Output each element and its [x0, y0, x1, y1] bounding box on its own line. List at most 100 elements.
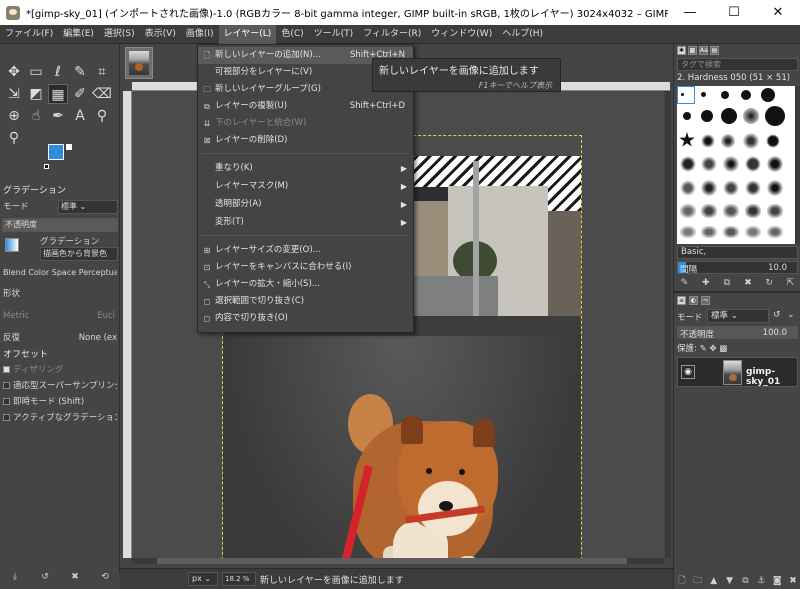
- color-picker-tool-icon[interactable]: ⚲: [92, 106, 112, 126]
- transform-tool-icon[interactable]: ⇲: [4, 84, 24, 104]
- instant-check-icon[interactable]: [3, 398, 10, 405]
- patterns-tab-icon[interactable]: ▩: [688, 46, 697, 55]
- menu-file[interactable]: ファイル(F): [0, 25, 58, 44]
- brush-item[interactable]: [681, 93, 684, 96]
- brush-grid[interactable]: [677, 86, 795, 244]
- restore-options-icon[interactable]: ↺: [38, 572, 52, 582]
- brush-item[interactable]: [721, 108, 737, 124]
- brush-item[interactable]: [765, 106, 785, 126]
- brush-item[interactable]: [721, 91, 729, 99]
- close-button[interactable]: ✕: [756, 0, 800, 25]
- minimize-button[interactable]: —: [668, 0, 712, 25]
- fg-bg-colors[interactable]: [44, 144, 76, 172]
- menu-item-layer-to-canvas[interactable]: ⊡ レイヤーをキャンバスに合わせる(I): [198, 259, 413, 276]
- brush-item[interactable]: [680, 226, 696, 238]
- adaptive-checkbox[interactable]: 適応型スーパーサンプリング: [3, 378, 117, 394]
- dock-divider[interactable]: [674, 291, 800, 293]
- refresh-brushes-icon[interactable]: ↻: [762, 278, 776, 288]
- open-as-image-icon[interactable]: ⇱: [783, 278, 797, 288]
- menu-item-transform[interactable]: 変形(T) ▶: [198, 214, 413, 231]
- delete-options-icon[interactable]: ✖: [68, 572, 82, 582]
- channels-tab-icon[interactable]: ◐: [689, 296, 698, 305]
- horizontal-scroll-thumb[interactable]: [157, 558, 627, 564]
- zoom-tool-icon[interactable]: ⚲: [4, 128, 24, 148]
- lasso-tool-icon[interactable]: ℓ: [48, 62, 68, 82]
- menu-help[interactable]: ヘルプ(H): [497, 25, 548, 44]
- eye-icon[interactable]: ◉: [681, 365, 695, 379]
- lower-layer-icon[interactable]: ▼: [723, 576, 737, 586]
- delete-brush-icon[interactable]: ✖: [741, 278, 755, 288]
- menu-tools[interactable]: ツール(T): [309, 25, 359, 44]
- duplicate-layer-icon[interactable]: ⧉: [738, 576, 752, 586]
- menu-item-stack[interactable]: 重なり(K) ▶: [198, 160, 413, 177]
- brush-item[interactable]: [701, 110, 713, 122]
- brush-item[interactable]: [701, 134, 715, 148]
- brush-spacing-slider[interactable]: 間隔 10.0: [677, 261, 798, 275]
- brush-item[interactable]: [679, 132, 695, 147]
- menu-colors[interactable]: 色(C): [276, 25, 308, 44]
- layer-row[interactable]: ◉ gimp-sky_01: [677, 357, 798, 387]
- brush-item[interactable]: [701, 226, 717, 238]
- history-tab-icon[interactable]: ▤: [710, 46, 719, 55]
- brush-item[interactable]: [767, 180, 783, 196]
- brush-item[interactable]: [743, 108, 759, 124]
- foreground-color-swatch[interactable]: [48, 144, 64, 160]
- brush-item[interactable]: [767, 226, 783, 238]
- menu-item-scale-layer[interactable]: ⤡ レイヤーの拡大・縮小(S)...: [198, 276, 413, 293]
- dither-checkbox[interactable]: ディザリング: [3, 362, 117, 378]
- brush-item[interactable]: [723, 226, 739, 238]
- active-gradient-checkbox[interactable]: アクティブなグラデーション: [3, 410, 117, 426]
- brush-item[interactable]: [765, 133, 781, 149]
- menu-item-crop-to-content[interactable]: ◻ 内容で切り抜き(O): [198, 310, 413, 327]
- paintbrush-tool-icon[interactable]: ✐: [70, 84, 90, 104]
- active-gradient-check-icon[interactable]: [3, 414, 10, 421]
- text-tool-icon[interactable]: A: [70, 106, 90, 126]
- duplicate-brush-icon[interactable]: ⧉: [720, 278, 734, 288]
- vertical-scrollbar[interactable]: [665, 91, 671, 558]
- default-colors-icon[interactable]: [44, 164, 49, 169]
- mask-icon[interactable]: ◙: [770, 576, 784, 586]
- reset-options-icon[interactable]: ⟲: [98, 572, 112, 582]
- brush-item[interactable]: [745, 156, 761, 172]
- delete-layer-icon[interactable]: ✖: [786, 576, 800, 586]
- mode-select[interactable]: 標準 ⌄: [58, 200, 118, 214]
- brush-item[interactable]: [701, 92, 706, 97]
- brush-item[interactable]: [680, 156, 696, 172]
- menu-select[interactable]: 選択(S): [99, 25, 140, 44]
- lock-pixels-icon[interactable]: ✎: [700, 344, 707, 354]
- brush-item[interactable]: [743, 133, 759, 149]
- menu-item-layer-size[interactable]: ⊞ レイヤーサイズの変更(O)...: [198, 242, 413, 259]
- brush-item[interactable]: [741, 90, 751, 100]
- brush-item[interactable]: [745, 204, 761, 218]
- lock-position-icon[interactable]: ✥: [709, 344, 716, 354]
- reset-mode-icon[interactable]: ↺: [773, 310, 781, 320]
- crop-tool-icon[interactable]: ⌗: [92, 62, 112, 82]
- brush-item[interactable]: [701, 156, 717, 172]
- blend-space-row[interactable]: Blend Color Space Perceptual: [3, 265, 117, 281]
- brushes-tab-icon[interactable]: ✱: [677, 46, 686, 55]
- maximize-button[interactable]: ☐: [712, 0, 756, 25]
- brush-item[interactable]: [761, 88, 775, 102]
- anchor-layer-icon[interactable]: ⚓: [754, 576, 768, 586]
- brush-item[interactable]: [701, 204, 717, 218]
- horizontal-scrollbar[interactable]: [132, 558, 664, 564]
- brush-preset-select[interactable]: Basic,: [677, 246, 798, 259]
- brush-item[interactable]: [701, 180, 717, 196]
- layer-opacity-slider[interactable]: 不透明度 100.0: [677, 326, 798, 340]
- new-layer-icon[interactable]: 🗋: [675, 573, 689, 589]
- new-layer-group-icon[interactable]: 🗀: [691, 573, 705, 589]
- swap-colors-icon[interactable]: [66, 144, 72, 150]
- zoom-select[interactable]: 18.2 %: [222, 572, 256, 586]
- raise-layer-icon[interactable]: ▲: [707, 576, 721, 586]
- brush-item[interactable]: [745, 180, 761, 196]
- composite-mode-icon[interactable]: ⌄: [787, 310, 795, 320]
- brush-item[interactable]: [767, 204, 783, 218]
- save-options-icon[interactable]: ⤓: [8, 572, 22, 582]
- menu-item-duplicate-layer[interactable]: ⧉ レイヤーの複製(U) Shift+Ctrl+D: [198, 98, 413, 115]
- layer-mode-select[interactable]: 標準 ⌄: [707, 309, 769, 323]
- brush-tag-search[interactable]: タグで検索: [677, 58, 798, 71]
- brush-item[interactable]: [723, 204, 739, 218]
- gradient-tool-icon[interactable]: ▦: [48, 84, 68, 104]
- repeat-row[interactable]: 反復 None (ex: [3, 330, 117, 346]
- menu-item-transparency[interactable]: 透明部分(A) ▶: [198, 196, 413, 213]
